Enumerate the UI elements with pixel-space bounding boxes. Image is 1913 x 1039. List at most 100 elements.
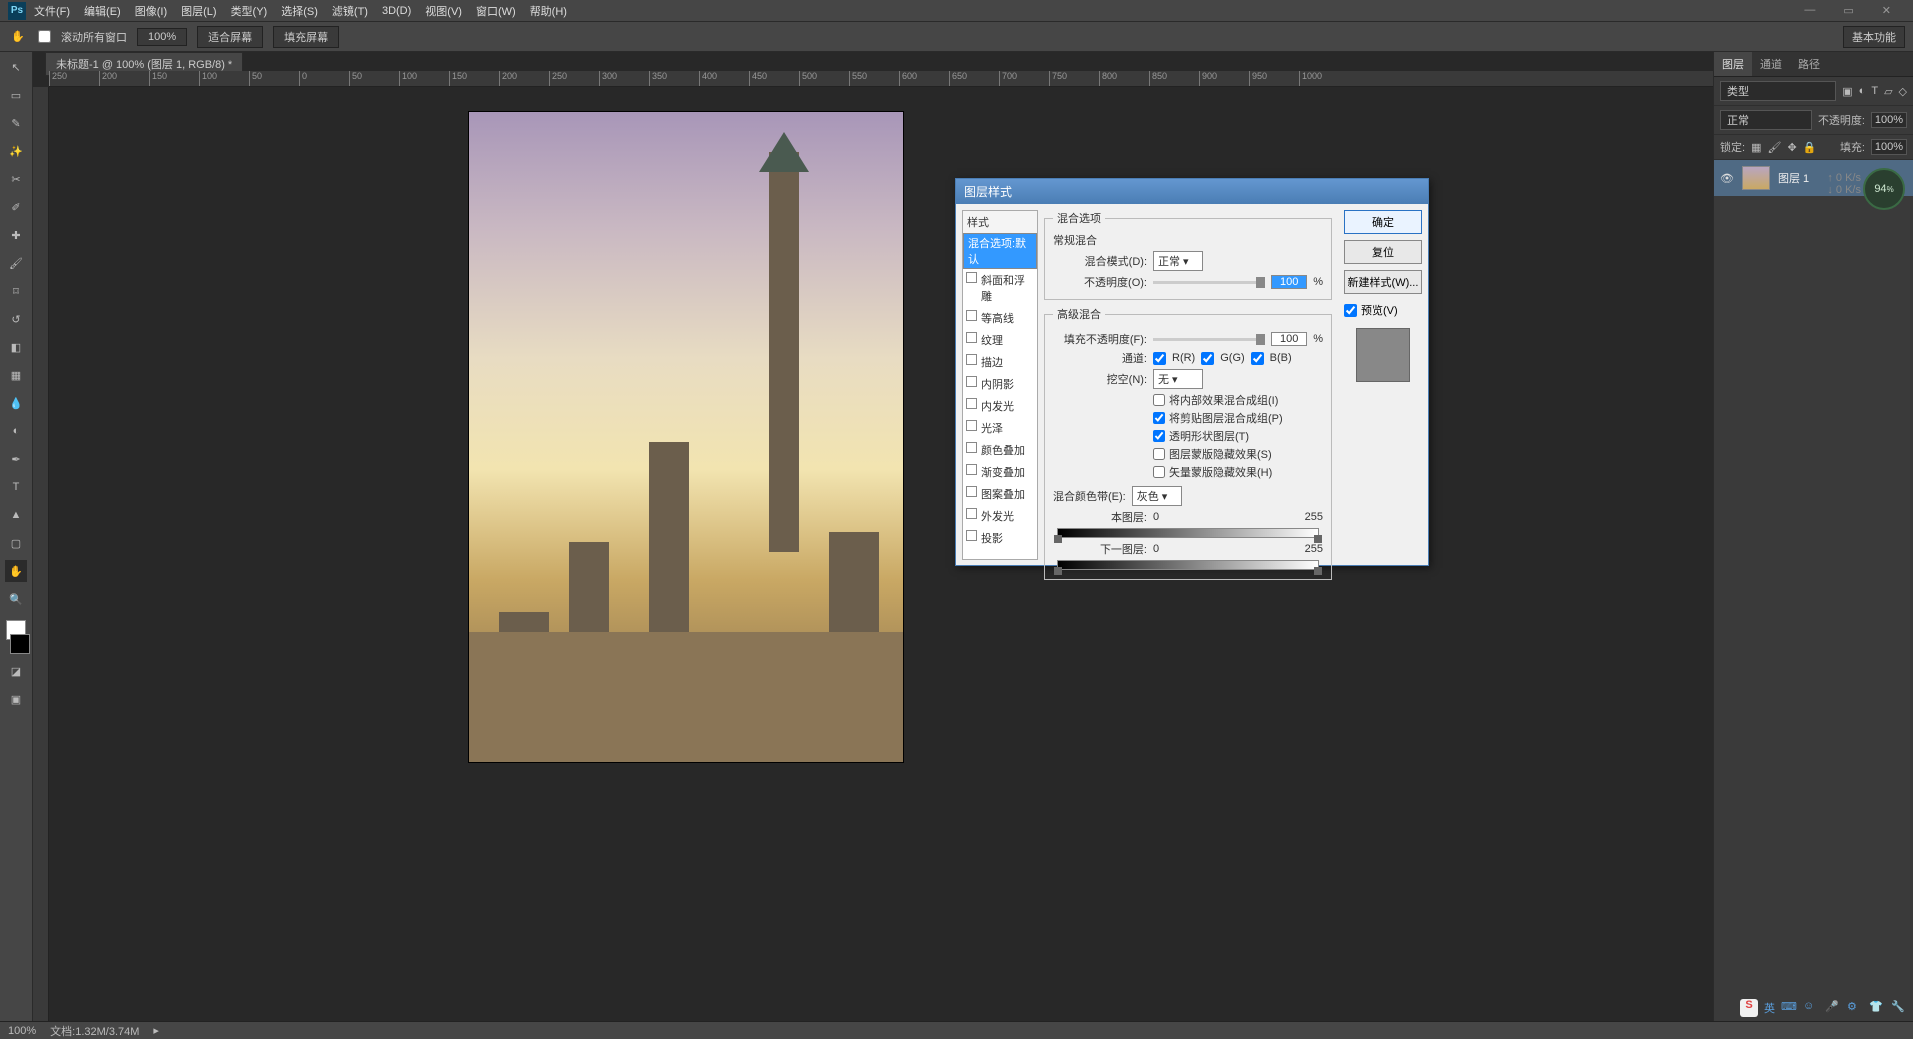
layer-thumbnail[interactable] [1742, 166, 1770, 190]
menu-type[interactable]: 类型(Y) [231, 3, 268, 19]
lock-paint-icon[interactable]: 🖌 [1767, 141, 1781, 154]
channel-b-checkbox[interactable] [1251, 352, 1264, 365]
lock-pos-icon[interactable]: ✥ [1787, 141, 1796, 154]
menu-edit[interactable]: 编辑(E) [84, 3, 121, 19]
tray-tool-icon[interactable]: 🔧 [1891, 1000, 1907, 1016]
ok-button[interactable]: 确定 [1344, 210, 1422, 234]
fill-value[interactable]: 100% [1871, 139, 1907, 155]
this-layer-gradient[interactable] [1057, 528, 1319, 538]
tray-mic-icon[interactable]: 🎤 [1825, 1000, 1841, 1016]
marquee-tool-icon[interactable]: ▭ [5, 84, 27, 106]
style-texture[interactable]: 纹理 [963, 329, 1037, 351]
new-style-button[interactable]: 新建样式(W)... [1344, 270, 1422, 294]
knockout-select[interactable]: 无 ▾ [1153, 369, 1203, 389]
menu-3d[interactable]: 3D(D) [382, 5, 411, 17]
style-drop-shadow[interactable]: 投影 [963, 527, 1037, 549]
menu-filter[interactable]: 滤镜(T) [332, 3, 368, 19]
filter-pixel-icon[interactable]: ▣ [1842, 85, 1852, 98]
blend-mode-dropdown[interactable]: 正常 [1720, 110, 1812, 130]
lock-trans-icon[interactable]: ▦ [1751, 141, 1761, 154]
cb-blend-interior[interactable] [1153, 394, 1165, 406]
menu-file[interactable]: 文件(F) [34, 3, 70, 19]
menu-select[interactable]: 选择(S) [281, 3, 318, 19]
tray-keyboard-icon[interactable]: ⌨ [1781, 1000, 1797, 1016]
style-inner-glow[interactable]: 内发光 [963, 395, 1037, 417]
move-tool-icon[interactable]: ↖ [5, 56, 27, 78]
stamp-tool-icon[interactable]: ⌑ [5, 280, 27, 302]
status-zoom[interactable]: 100% [8, 1025, 36, 1037]
lock-all-icon[interactable]: 🔒 [1803, 141, 1817, 154]
blendif-select[interactable]: 灰色 ▾ [1132, 486, 1182, 506]
quickmask-icon[interactable]: ◪ [5, 660, 27, 682]
healing-tool-icon[interactable]: ✚ [5, 224, 27, 246]
status-doc-size[interactable]: 文档:1.32M/3.74M [50, 1023, 139, 1039]
eraser-tool-icon[interactable]: ◧ [5, 336, 27, 358]
blur-tool-icon[interactable]: 💧 [5, 392, 27, 414]
pen-tool-icon[interactable]: ✒ [5, 448, 27, 470]
path-select-tool-icon[interactable]: ▲ [5, 504, 27, 526]
channel-g-checkbox[interactable] [1201, 352, 1214, 365]
window-close-icon[interactable]: ✕ [1882, 4, 1891, 17]
dodge-tool-icon[interactable]: ◐ [5, 420, 27, 442]
preview-checkbox[interactable] [1344, 304, 1357, 317]
cb-trans-shapes[interactable] [1153, 430, 1165, 442]
menu-help[interactable]: 帮助(H) [530, 3, 567, 19]
fill-opacity-slider[interactable] [1153, 338, 1265, 341]
style-satin[interactable]: 光泽 [963, 417, 1037, 439]
style-outer-glow[interactable]: 外发光 [963, 505, 1037, 527]
zoom-tool-icon[interactable]: 🔍 [5, 588, 27, 610]
crop-tool-icon[interactable]: ✂ [5, 168, 27, 190]
menu-image[interactable]: 图像(I) [135, 3, 167, 19]
shape-tool-icon[interactable]: ▢ [5, 532, 27, 554]
filter-adjust-icon[interactable]: ◐ [1859, 85, 1866, 97]
tab-channels[interactable]: 通道 [1752, 52, 1790, 76]
tray-skin-icon[interactable]: 👕 [1869, 1000, 1885, 1016]
background-color-swatch[interactable] [10, 634, 30, 654]
cancel-button[interactable]: 复位 [1344, 240, 1422, 264]
menu-view[interactable]: 视图(V) [425, 3, 462, 19]
brush-tool-icon[interactable]: 🖌 [5, 252, 27, 274]
opacity-value[interactable]: 100% [1871, 112, 1907, 128]
ime-lang[interactable]: 英 [1764, 1000, 1775, 1016]
filter-type-icon[interactable]: T [1871, 85, 1878, 97]
scroll-all-checkbox[interactable] [38, 30, 51, 43]
window-minimize-icon[interactable]: — [1804, 4, 1815, 17]
layer-name[interactable]: 图层 1 [1778, 170, 1809, 186]
hand-tool-icon[interactable]: ✋ [5, 560, 27, 582]
cb-blend-clipped[interactable] [1153, 412, 1165, 424]
filter-smart-icon[interactable]: ◇ [1899, 85, 1907, 98]
style-color-overlay[interactable]: 颜色叠加 [963, 439, 1037, 461]
window-restore-icon[interactable]: ▭ [1843, 4, 1853, 17]
style-gradient-overlay[interactable]: 渐变叠加 [963, 461, 1037, 483]
visibility-icon[interactable]: 👁 [1720, 172, 1734, 185]
opacity-slider[interactable] [1153, 281, 1265, 284]
opacity-input[interactable]: 100 [1271, 275, 1307, 289]
menu-window[interactable]: 窗口(W) [476, 3, 516, 19]
sogou-ime-icon[interactable]: S [1740, 999, 1758, 1017]
hand-tool-icon[interactable]: ✋ [8, 27, 28, 47]
workspace-switcher[interactable]: 基本功能 [1843, 26, 1905, 48]
fill-screen-button[interactable]: 填充屏幕 [273, 26, 339, 48]
history-brush-tool-icon[interactable]: ↺ [5, 308, 27, 330]
under-layer-gradient[interactable] [1057, 560, 1319, 570]
gradient-tool-icon[interactable]: ▦ [5, 364, 27, 386]
style-contour[interactable]: 等高线 [963, 307, 1037, 329]
tray-settings-icon[interactable]: ⚙ [1847, 1000, 1863, 1016]
fill-opacity-input[interactable]: 100 [1271, 332, 1307, 346]
magic-wand-tool-icon[interactable]: ✨ [5, 140, 27, 162]
lasso-tool-icon[interactable]: ✎ [5, 112, 27, 134]
tray-emoji-icon[interactable]: ☺ [1803, 1000, 1819, 1016]
document-canvas[interactable] [469, 112, 903, 762]
type-tool-icon[interactable]: T [5, 476, 27, 498]
menu-layer[interactable]: 图层(L) [181, 3, 216, 19]
cb-vector-mask-hide[interactable] [1153, 466, 1165, 478]
eyedropper-tool-icon[interactable]: ✐ [5, 196, 27, 218]
system-gauge[interactable]: 94% [1863, 168, 1905, 210]
style-bevel-emboss[interactable]: 斜面和浮雕 [963, 269, 1037, 307]
style-stroke[interactable]: 描边 [963, 351, 1037, 373]
screenmode-icon[interactable]: ▣ [5, 688, 27, 710]
status-arrow-icon[interactable]: ▸ [153, 1024, 159, 1037]
blend-mode-select[interactable]: 正常 ▾ [1153, 251, 1203, 271]
tab-layers[interactable]: 图层 [1714, 52, 1752, 76]
filter-shape-icon[interactable]: ▱ [1884, 85, 1892, 98]
